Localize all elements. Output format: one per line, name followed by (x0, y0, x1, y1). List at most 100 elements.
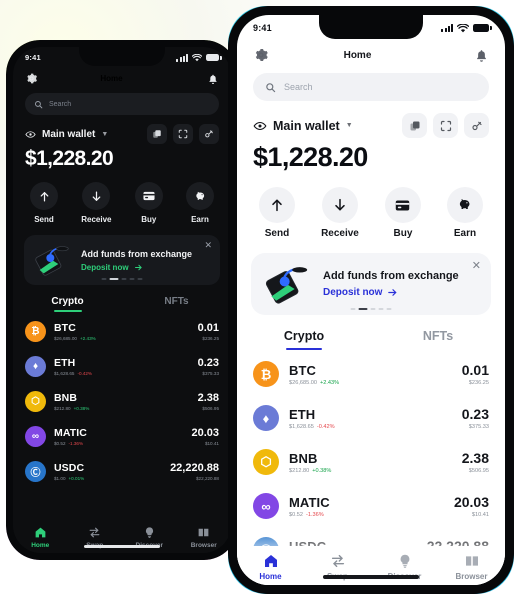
wallet-selector[interactable]: Main wallet ▼ (253, 119, 353, 133)
asset-amount: 20.03 (191, 427, 219, 439)
table-row[interactable]: ⬡ BNB $212.80 +0.38% 2.38 $506.95 (237, 440, 505, 484)
status-time: 9:41 (253, 23, 272, 33)
asset-change: +2.43% (320, 379, 340, 386)
connect-link-icon[interactable] (199, 124, 219, 144)
home-indicator (13, 541, 231, 551)
asset-price: $26,685.00 (54, 336, 77, 341)
phone-dark-screen: 9:41 Home Search Main wallet ▼ $1,228.20… (13, 47, 231, 553)
wallet-name: Main wallet (273, 118, 340, 133)
promo-banner[interactable]: Add funds from exchange Deposit now ✕ (24, 235, 220, 285)
asset-change: -0.42% (316, 423, 335, 430)
asset-change: +0.38% (73, 406, 90, 411)
battery-icon (473, 24, 492, 32)
coin-icon-eth: ♦ (25, 356, 46, 377)
asset-price: $1.00 (54, 476, 66, 481)
gear-icon[interactable] (253, 47, 269, 63)
asset-change: +0.38% (312, 467, 332, 474)
search-input[interactable]: Search (25, 93, 219, 115)
eye-icon (253, 121, 267, 130)
asset-list: ₿ BTC $26,685.00 +2.43% 0.01 $236.25 ♦ ET… (237, 350, 505, 572)
wallet-name: Main wallet (42, 128, 96, 140)
promo-banner[interactable]: Add funds from exchange Deposit now ✕ (251, 253, 491, 315)
asset-symbol: BTC (54, 322, 76, 334)
close-icon[interactable]: ✕ (204, 241, 212, 250)
action-earn[interactable]: Earn (447, 187, 483, 239)
action-receive[interactable]: Receive (81, 182, 112, 224)
search-placeholder: Search (284, 82, 313, 92)
asset-fiat: $236.25 (202, 336, 219, 341)
tab-label: Crypto (51, 296, 84, 307)
app-header: Home (13, 68, 231, 87)
copy-icon[interactable] (402, 113, 427, 138)
bell-icon[interactable] (474, 48, 489, 63)
asset-price: $26,685.00 (289, 379, 317, 386)
wifi-icon (192, 53, 202, 61)
asset-fiat: $375.33 (468, 424, 489, 430)
bell-icon[interactable] (207, 73, 219, 85)
table-row[interactable]: ⬡ BNB $212.80 +0.38% 2.38 $506.95 (13, 384, 231, 419)
browser-icon (198, 528, 209, 537)
action-label: Receive (321, 228, 359, 239)
table-row[interactable]: ♦ ETH $1,628.65 -0.42% 0.23 $375.33 (237, 396, 505, 440)
arrow-up-icon (259, 187, 295, 223)
action-send[interactable]: Send (30, 182, 58, 224)
table-row[interactable]: ♦ ETH $1,628.65 -0.42% 0.23 $375.33 (13, 349, 231, 384)
table-row[interactable]: ₿ BTC $26,685.00 +2.43% 0.01 $236.25 (13, 314, 231, 349)
asset-amount: 0.01 (461, 362, 489, 378)
asset-symbol: ETH (289, 406, 316, 422)
connect-link-icon[interactable] (464, 113, 489, 138)
asset-fiat: $506.95 (468, 468, 489, 474)
cellular-bars-icon (441, 24, 453, 32)
asset-symbol: BTC (289, 362, 317, 378)
action-receive[interactable]: Receive (321, 187, 359, 239)
gear-icon[interactable] (25, 72, 38, 85)
asset-amount: 2.38 (197, 392, 219, 404)
scan-qr-icon[interactable] (173, 124, 193, 144)
wallet-balance: $1,228.20 (25, 147, 114, 170)
wallet-balance: $1,228.20 (253, 142, 368, 172)
tab-crypto[interactable]: Crypto (237, 329, 371, 350)
coin-icon-usdc: Ⓒ (25, 461, 46, 482)
close-icon[interactable]: ✕ (472, 261, 481, 272)
tab-nfts[interactable]: NFTs (122, 296, 231, 312)
scene-background: 9:41 Home Search Main wallet ▼ $1,228.20… (0, 0, 518, 602)
copy-icon[interactable] (147, 124, 167, 144)
deposit-now-link[interactable]: Deposit now (323, 287, 479, 298)
page-title: Home (343, 49, 372, 61)
table-row[interactable]: ₿ BTC $26,685.00 +2.43% 0.01 $236.25 (237, 352, 505, 396)
action-label: Earn (191, 215, 209, 224)
search-input[interactable]: Search (253, 73, 489, 101)
asset-amount: 0.01 (197, 322, 219, 334)
action-label: Send (264, 228, 290, 239)
action-buy[interactable]: Buy (384, 187, 421, 239)
asset-change: +0.01% (68, 476, 85, 481)
browser-icon (465, 556, 478, 566)
table-row[interactable]: Ⓒ USDC $1.00+0.01% 22,220.88 $22,220.88 (13, 454, 231, 489)
home-icon (35, 527, 46, 538)
piggy-bank-icon (186, 182, 214, 210)
phone-deposit-illustration (33, 243, 73, 277)
action-buy[interactable]: Buy (134, 182, 163, 224)
carousel-dots (350, 308, 392, 310)
table-row[interactable]: ∞ MATIC $0.52 -1.36% 20.03 $10.41 (237, 484, 505, 528)
status-bar: 9:41 (237, 15, 505, 41)
wallet-selector[interactable]: Main wallet ▼ (25, 129, 108, 140)
app-header: Home (237, 41, 505, 65)
asset-amount: 20.03 (453, 494, 489, 510)
action-send[interactable]: Send (259, 187, 295, 239)
status-bar: 9:41 (13, 47, 231, 68)
action-earn[interactable]: Earn (186, 182, 214, 224)
scan-qr-icon[interactable] (433, 113, 458, 138)
tab-label: NFTs (422, 329, 454, 343)
coin-icon-matic: ∞ (25, 426, 46, 447)
deposit-now-link[interactable]: Deposit now (81, 263, 211, 272)
tab-crypto[interactable]: Crypto (13, 296, 122, 312)
asset-change: +2.43% (80, 336, 96, 341)
tab-nfts[interactable]: NFTs (371, 329, 505, 350)
table-row[interactable]: ∞ MATIC $0.52 -1.36% 20.03 $10.41 (13, 419, 231, 454)
banner-title: Add funds from exchange (81, 248, 193, 259)
asset-fiat: $10.41 (204, 441, 219, 446)
phone-deposit-illustration (263, 263, 313, 305)
tab-label: NFTs (164, 296, 189, 307)
action-label: Send (34, 215, 54, 224)
